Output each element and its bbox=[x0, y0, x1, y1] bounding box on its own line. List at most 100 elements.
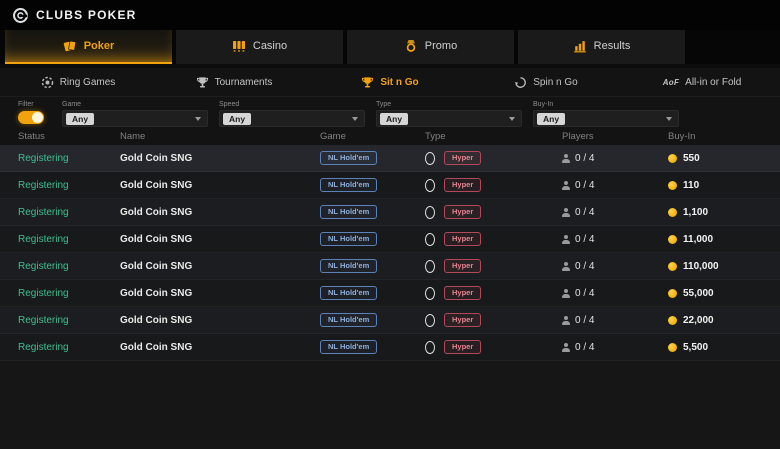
table-row[interactable]: Registering Gold Coin SNG NL Hold'em Hyp… bbox=[0, 280, 780, 307]
type-filter-dropdown[interactable]: Any bbox=[376, 110, 522, 127]
speed-ring-icon bbox=[425, 206, 435, 219]
game-badge: NL Hold'em bbox=[320, 313, 377, 327]
row-type: Hyper bbox=[425, 232, 562, 246]
row-players: 0 / 4 bbox=[562, 153, 668, 164]
row-game: NL Hold'em bbox=[320, 259, 425, 273]
col-name: Name bbox=[120, 131, 320, 142]
players-count: 0 / 4 bbox=[575, 207, 594, 218]
subtab-label: Spin n Go bbox=[533, 77, 577, 88]
player-icon bbox=[562, 181, 570, 190]
game-badge: NL Hold'em bbox=[320, 151, 377, 165]
table-row[interactable]: Registering Gold Coin SNG NL Hold'em Hyp… bbox=[0, 226, 780, 253]
row-players: 0 / 4 bbox=[562, 261, 668, 272]
subtab-spin-n-go[interactable]: Spin n Go bbox=[468, 68, 624, 96]
type-badge: Hyper bbox=[444, 286, 481, 300]
chevron-down-icon bbox=[352, 117, 358, 121]
players-count: 0 / 4 bbox=[575, 288, 594, 299]
type-filter: Type Any bbox=[376, 100, 522, 127]
speed-filter-value: Any bbox=[223, 113, 251, 125]
filter-toggle[interactable] bbox=[18, 111, 44, 124]
row-name: Gold Coin SNG bbox=[120, 342, 320, 353]
row-game: NL Hold'em bbox=[320, 286, 425, 300]
subtab-ring-games[interactable]: Ring Games bbox=[0, 68, 156, 96]
speed-filter-dropdown[interactable]: Any bbox=[219, 110, 365, 127]
tab-casino[interactable]: Casino bbox=[176, 30, 343, 64]
row-game: NL Hold'em bbox=[320, 340, 425, 354]
chevron-down-icon bbox=[509, 117, 515, 121]
row-status: Registering bbox=[18, 153, 120, 164]
gold-coin-icon bbox=[668, 262, 677, 271]
player-icon bbox=[562, 154, 570, 163]
subtab-sit-n-go[interactable]: Sit n Go bbox=[312, 68, 468, 96]
tab-poker[interactable]: Poker bbox=[5, 30, 172, 64]
col-game: Game bbox=[320, 131, 425, 142]
type-badge: Hyper bbox=[444, 232, 481, 246]
player-icon bbox=[562, 208, 570, 217]
players-count: 0 / 4 bbox=[575, 234, 594, 245]
brand-name: CLUBS POKER bbox=[36, 8, 137, 22]
type-badge: Hyper bbox=[444, 313, 481, 327]
subtab-tournaments[interactable]: Tournaments bbox=[156, 68, 312, 96]
row-name: Gold Coin SNG bbox=[120, 288, 320, 299]
row-name: Gold Coin SNG bbox=[120, 234, 320, 245]
col-buyin: Buy-In bbox=[668, 131, 780, 142]
tab-results[interactable]: Results bbox=[518, 30, 685, 64]
row-status: Registering bbox=[18, 315, 120, 326]
speed-ring-icon bbox=[425, 152, 435, 165]
row-players: 0 / 4 bbox=[562, 234, 668, 245]
filter-toggle-group: Filter bbox=[18, 100, 52, 124]
row-type: Hyper bbox=[425, 286, 562, 300]
subtab-label: All-in or Fold bbox=[685, 77, 741, 88]
row-name: Gold Coin SNG bbox=[120, 153, 320, 164]
row-buyin: 55,000 bbox=[668, 288, 780, 299]
row-status: Registering bbox=[18, 207, 120, 218]
table-row[interactable]: Registering Gold Coin SNG NL Hold'em Hyp… bbox=[0, 334, 780, 361]
filter-bar: Filter Game Any Speed Any Type Any bbox=[0, 96, 780, 128]
players-count: 0 / 4 bbox=[575, 342, 594, 353]
table-row[interactable]: Registering Gold Coin SNG NL Hold'em Hyp… bbox=[0, 172, 780, 199]
game-filter-value: Any bbox=[66, 113, 94, 125]
gold-coin-icon bbox=[668, 154, 677, 163]
row-buyin: 1,100 bbox=[668, 207, 780, 218]
gold-coin-icon bbox=[668, 316, 677, 325]
speed-ring-icon bbox=[425, 260, 435, 273]
row-game: NL Hold'em bbox=[320, 205, 425, 219]
row-status: Registering bbox=[18, 342, 120, 353]
table-row[interactable]: Registering Gold Coin SNG NL Hold'em Hyp… bbox=[0, 199, 780, 226]
game-badge: NL Hold'em bbox=[320, 340, 377, 354]
tab-promo[interactable]: Promo bbox=[347, 30, 514, 64]
row-type: Hyper bbox=[425, 205, 562, 219]
aof-icon: AoF bbox=[663, 78, 679, 87]
sub-tab-bar: Ring Games Tournaments Sit n Go bbox=[0, 68, 780, 96]
spin-arrows-icon bbox=[514, 76, 527, 89]
row-game: NL Hold'em bbox=[320, 151, 425, 165]
type-badge: Hyper bbox=[444, 259, 481, 273]
table-row[interactable]: Registering Gold Coin SNG NL Hold'em Hyp… bbox=[0, 253, 780, 280]
row-status: Registering bbox=[18, 288, 120, 299]
table-row[interactable]: Registering Gold Coin SNG NL Hold'em Hyp… bbox=[0, 307, 780, 334]
gold-coin-icon bbox=[668, 235, 677, 244]
speed-ring-icon bbox=[425, 233, 435, 246]
row-game: NL Hold'em bbox=[320, 232, 425, 246]
col-players: Players bbox=[562, 131, 668, 142]
table-body: Registering Gold Coin SNG NL Hold'em Hyp… bbox=[0, 145, 780, 361]
game-filter: Game Any bbox=[62, 100, 208, 127]
trophy-gold-icon bbox=[361, 76, 374, 89]
row-players: 0 / 4 bbox=[562, 315, 668, 326]
row-buyin: 11,000 bbox=[668, 234, 780, 245]
subtab-all-in-or-fold[interactable]: AoF All-in or Fold bbox=[624, 68, 780, 96]
row-game: NL Hold'em bbox=[320, 313, 425, 327]
players-count: 0 / 4 bbox=[575, 315, 594, 326]
row-type: Hyper bbox=[425, 340, 562, 354]
game-filter-dropdown[interactable]: Any bbox=[62, 110, 208, 127]
row-game: NL Hold'em bbox=[320, 178, 425, 192]
poker-chip-icon bbox=[41, 76, 54, 89]
speed-ring-icon bbox=[425, 341, 435, 354]
subtab-label: Tournaments bbox=[215, 77, 273, 88]
row-players: 0 / 4 bbox=[562, 288, 668, 299]
speed-ring-icon bbox=[425, 287, 435, 300]
buyin-value: 1,100 bbox=[683, 207, 708, 218]
buyin-filter-dropdown[interactable]: Any bbox=[533, 110, 679, 127]
table-row[interactable]: Registering Gold Coin SNG NL Hold'em Hyp… bbox=[0, 145, 780, 172]
speed-ring-icon bbox=[425, 179, 435, 192]
